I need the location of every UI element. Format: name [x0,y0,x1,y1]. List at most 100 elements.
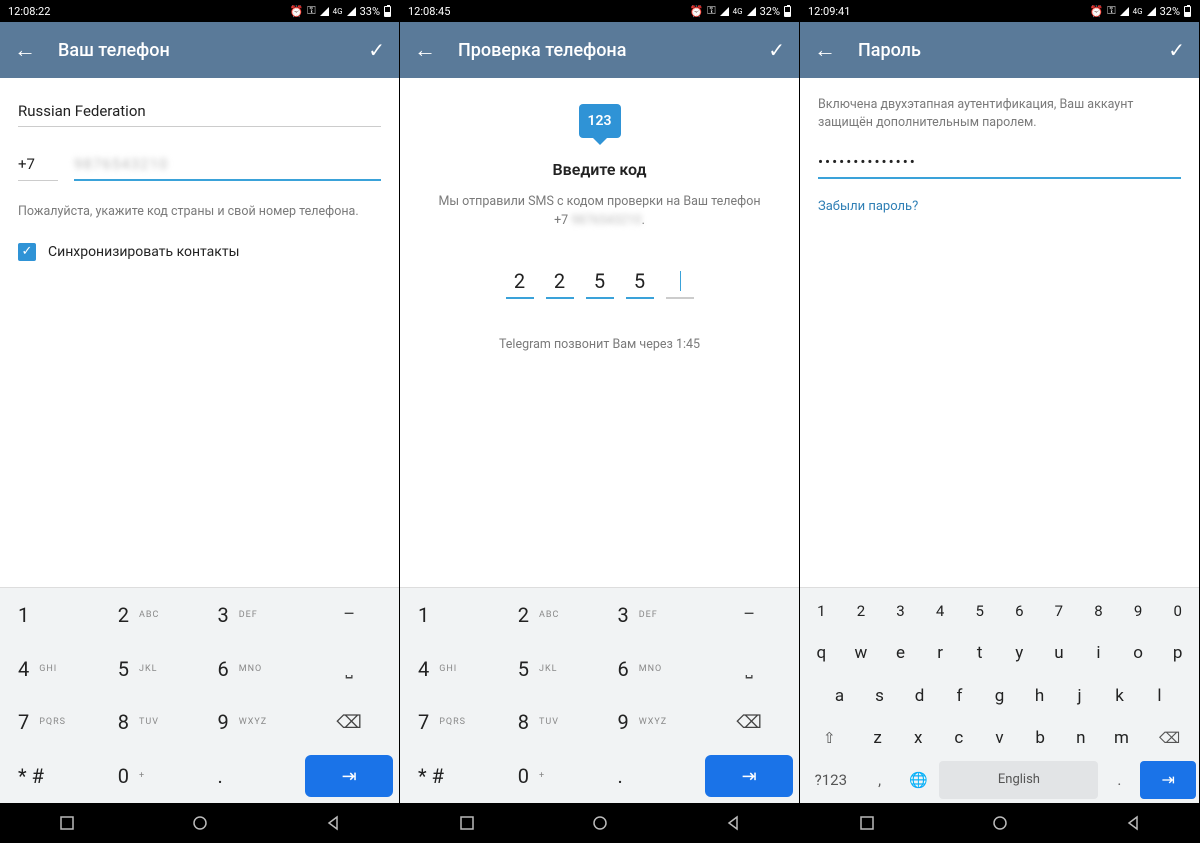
code-digit-2[interactable]: 2 [546,269,574,299]
keypad-op-key[interactable]: ⎵ [699,642,799,696]
space-key[interactable]: English [939,761,1098,799]
key-6[interactable]: 6 [1001,592,1038,630]
keypad-op-key[interactable]: – [699,588,799,642]
keypad-key-0[interactable]: 0+ [100,749,200,803]
key-d[interactable]: d [901,676,938,714]
back-button[interactable]: ← [14,37,36,63]
nav-home-button[interactable] [590,813,610,833]
nav-back-button[interactable] [323,813,343,833]
country-code-input[interactable]: +7 [18,149,58,181]
keypad-op-key[interactable]: – [299,588,399,642]
keypad-key-6[interactable]: 6MNO [200,642,300,696]
key-l[interactable]: l [1141,676,1178,714]
keypad-key-1[interactable]: 1 [400,588,500,642]
key-t[interactable]: t [961,634,998,672]
keypad-key-[interactable]: * # [400,749,500,803]
phone-number-input[interactable]: 9876543210 [74,149,381,181]
key-3[interactable]: 3 [882,592,919,630]
key-x[interactable]: x [899,719,937,757]
keypad-key-5[interactable]: 5JKL [500,642,600,696]
keypad-key-[interactable]: . [600,749,700,803]
key-r[interactable]: r [922,634,959,672]
comma-key[interactable]: , [862,761,898,799]
key-n[interactable]: n [1062,719,1100,757]
key-8[interactable]: 8 [1080,592,1117,630]
keypad-key-7[interactable]: 7PQRS [400,696,500,750]
country-select[interactable]: Russian Federation [18,96,381,127]
period-key[interactable]: . [1101,761,1137,799]
key-j[interactable]: j [1061,676,1098,714]
back-button[interactable]: ← [814,37,836,63]
key-k[interactable]: k [1101,676,1138,714]
keypad-key-[interactable]: * # [0,749,100,803]
keypad-enter-key[interactable]: ⇥ [305,755,393,797]
key-m[interactable]: m [1103,719,1141,757]
nav-home-button[interactable] [190,813,210,833]
confirm-button[interactable]: ✓ [368,38,385,62]
code-digit-3[interactable]: 5 [586,269,614,299]
code-digit-5[interactable] [666,269,694,299]
keypad-key-8[interactable]: 8TUV [500,696,600,750]
code-digit-1[interactable]: 2 [506,269,534,299]
key-5[interactable]: 5 [961,592,998,630]
key-u[interactable]: u [1041,634,1078,672]
keypad-enter-key[interactable]: ⇥ [705,755,793,797]
confirm-button[interactable]: ✓ [1168,38,1185,62]
nav-recent-button[interactable] [857,813,877,833]
key-z[interactable]: z [859,719,897,757]
key-q[interactable]: q [803,634,840,672]
key-2[interactable]: 2 [843,592,880,630]
nav-recent-button[interactable] [57,813,77,833]
enter-key[interactable]: ⇥ [1140,761,1196,799]
keypad-key-6[interactable]: 6MNO [600,642,700,696]
code-input-row[interactable]: 2 2 5 5 [506,269,694,299]
key-p[interactable]: p [1159,634,1196,672]
nav-back-button[interactable] [1123,813,1143,833]
nav-back-button[interactable] [723,813,743,833]
key-g[interactable]: g [981,676,1018,714]
keypad-key-8[interactable]: 8TUV [100,696,200,750]
key-b[interactable]: b [1021,719,1059,757]
keypad-op-key[interactable]: ⌫ [699,696,799,750]
key-9[interactable]: 9 [1120,592,1157,630]
keypad-key-7[interactable]: 7PQRS [0,696,100,750]
keypad-key-2[interactable]: 2ABC [500,588,600,642]
symbols-key[interactable]: ?123 [803,761,859,799]
key-s[interactable]: s [861,676,898,714]
keypad-key-3[interactable]: 3DEF [600,588,700,642]
key-1[interactable]: 1 [803,592,840,630]
shift-key[interactable]: ⇧ [803,719,856,757]
keypad-key-0[interactable]: 0+ [500,749,600,803]
keypad-key-9[interactable]: 9WXYZ [200,696,300,750]
key-o[interactable]: o [1120,634,1157,672]
keypad-key-3[interactable]: 3DEF [200,588,300,642]
key-e[interactable]: e [882,634,919,672]
key-4[interactable]: 4 [922,592,959,630]
keypad-key-4[interactable]: 4GHI [400,642,500,696]
sync-contacts-row[interactable]: ✓ Синхронизировать контакты [18,243,381,261]
keypad-key-4[interactable]: 4GHI [0,642,100,696]
forgot-password-link[interactable]: Забыли пароль? [818,199,1181,214]
key-c[interactable]: c [940,719,978,757]
code-digit-4[interactable]: 5 [626,269,654,299]
keypad-key-[interactable]: . [200,749,300,803]
keypad-key-9[interactable]: 9WXYZ [600,696,700,750]
nav-recent-button[interactable] [457,813,477,833]
keypad-key-2[interactable]: 2ABC [100,588,200,642]
password-input[interactable]: •••••••••••••• [818,147,1181,179]
confirm-button[interactable]: ✓ [768,38,785,62]
nav-home-button[interactable] [990,813,1010,833]
key-a[interactable]: a [821,676,858,714]
backspace-key[interactable]: ⌫ [1143,719,1196,757]
key-v[interactable]: v [981,719,1019,757]
key-h[interactable]: h [1021,676,1058,714]
key-7[interactable]: 7 [1041,592,1078,630]
keypad-op-key[interactable]: ⎵ [299,642,399,696]
key-i[interactable]: i [1080,634,1117,672]
back-button[interactable]: ← [414,37,436,63]
key-w[interactable]: w [843,634,880,672]
keypad-key-1[interactable]: 1 [0,588,100,642]
keypad-key-5[interactable]: 5JKL [100,642,200,696]
globe-key[interactable]: 🌐 [901,761,937,799]
key-0[interactable]: 0 [1159,592,1196,630]
